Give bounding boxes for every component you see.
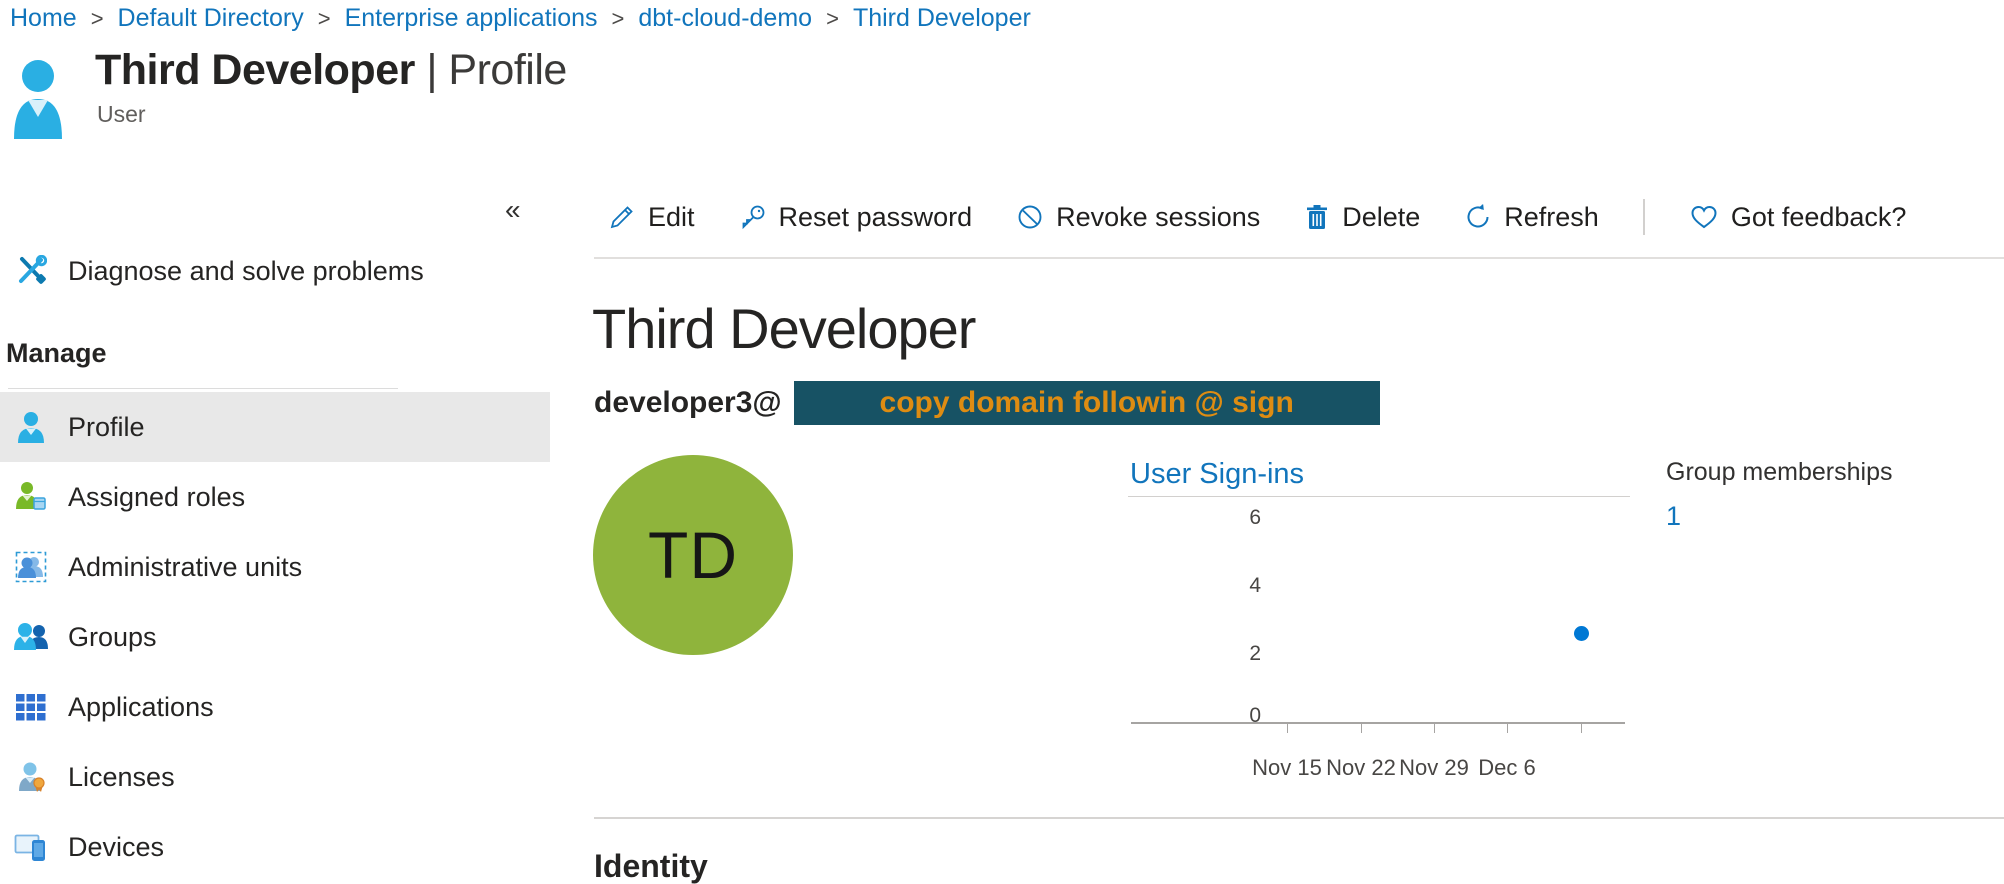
refresh-icon	[1464, 203, 1492, 231]
x-axis-tick	[1581, 724, 1582, 733]
reset-password-label: Reset password	[779, 202, 973, 233]
page-title: Third Developer | Profile	[95, 46, 567, 95]
sidebar-item-profile[interactable]: Profile	[0, 392, 550, 462]
x-axis-tick	[1507, 724, 1508, 733]
upn-prefix: developer3@	[594, 386, 782, 420]
devices-icon	[14, 831, 48, 863]
licenses-icon	[14, 761, 48, 793]
y-tick-label: 0	[1221, 704, 1261, 728]
page-subtitle: User	[97, 101, 146, 128]
y-tick-label: 2	[1221, 642, 1261, 666]
user-display-name: Third Developer	[592, 296, 975, 361]
user-principal-name: developer3@ copy domain followin @ sign	[594, 381, 1380, 425]
x-axis-tick	[1287, 724, 1288, 733]
got-feedback-button[interactable]: Got feedback?	[1689, 202, 1907, 233]
sidebar-item-label: Administrative units	[68, 552, 302, 583]
sidebar-item-assigned-roles[interactable]: Assigned roles	[0, 462, 550, 532]
signin-data-point[interactable]	[1574, 626, 1589, 641]
pencil-icon	[608, 203, 636, 231]
sidebar-item-label: Applications	[68, 692, 214, 723]
avatar: TD	[593, 455, 793, 655]
sidebar-item-label: Profile	[68, 412, 145, 443]
sidebar-item-label: Diagnose and solve problems	[68, 256, 424, 287]
breadcrumb-separator: >	[826, 6, 839, 32]
got-feedback-label: Got feedback?	[1731, 202, 1907, 233]
diagnose-tools-icon	[14, 255, 48, 287]
breadcrumb-dbt-cloud-demo[interactable]: dbt-cloud-demo	[638, 4, 812, 33]
revoke-sessions-label: Revoke sessions	[1056, 202, 1260, 233]
user-signins-link[interactable]: User Sign-ins	[1130, 458, 1304, 491]
x-axis-tick	[1361, 724, 1362, 733]
sidebar-item-label: Licenses	[68, 762, 175, 793]
redaction-overlay: copy domain followin @ sign	[794, 381, 1380, 425]
breadcrumb-third-developer[interactable]: Third Developer	[853, 4, 1031, 33]
sidebar-item-devices[interactable]: Devices	[0, 812, 550, 882]
chart-title-underline	[1128, 496, 1630, 497]
identity-section-heading: Identity	[594, 848, 708, 884]
breadcrumb-default-directory[interactable]: Default Directory	[118, 4, 304, 33]
command-bar: Edit Reset password Revoke sessions	[594, 192, 2004, 242]
delete-button-label: Delete	[1342, 202, 1420, 233]
sidebar-divider	[8, 388, 398, 389]
key-icon	[739, 203, 767, 231]
groups-icon	[14, 621, 48, 653]
breadcrumb-separator: >	[318, 6, 331, 32]
heart-icon	[1689, 203, 1719, 231]
user-signins-chart: User Sign-ins 6 4 2 0 Nov 15 Nov 22 Nov …	[1128, 458, 1630, 798]
y-tick-label: 4	[1221, 574, 1261, 598]
sidebar-collapse-button[interactable]: «	[505, 194, 521, 226]
delete-button[interactable]: Delete	[1304, 202, 1420, 233]
breadcrumb-enterprise-applications[interactable]: Enterprise applications	[345, 4, 598, 33]
sidebar-section-manage: Manage	[6, 338, 107, 369]
x-axis-tick	[1434, 724, 1435, 733]
sidebar-item-label: Groups	[68, 622, 157, 653]
y-tick-label: 6	[1221, 506, 1261, 530]
group-memberships-count-link[interactable]: 1	[1666, 501, 1892, 532]
group-memberships-label: Group memberships	[1666, 458, 1892, 487]
user-avatar-icon	[10, 57, 66, 139]
sidebar-item-groups[interactable]: Groups	[0, 602, 550, 672]
sidebar-item-licenses[interactable]: Licenses	[0, 742, 550, 812]
x-tick-label: Dec 6	[1462, 755, 1552, 781]
azure-user-profile-page: Home > Default Directory > Enterprise ap…	[0, 0, 2004, 884]
sidebar-item-administrative-units[interactable]: Administrative units	[0, 532, 550, 602]
profile-person-icon	[14, 411, 48, 443]
toolbar-divider-line	[594, 257, 2004, 259]
breadcrumb-separator: >	[91, 6, 104, 32]
breadcrumb-separator: >	[612, 6, 625, 32]
toolbar-divider	[1643, 199, 1645, 235]
revoke-sessions-button[interactable]: Revoke sessions	[1016, 202, 1260, 233]
edit-button-label: Edit	[648, 202, 695, 233]
trash-icon	[1304, 203, 1330, 231]
sidebar-item-diagnose[interactable]: Diagnose and solve problems	[0, 236, 550, 306]
refresh-button[interactable]: Refresh	[1464, 202, 1599, 233]
reset-password-button[interactable]: Reset password	[739, 202, 973, 233]
section-divider	[594, 817, 2004, 819]
sidebar-item-label: Devices	[68, 832, 164, 863]
edit-button[interactable]: Edit	[608, 202, 695, 233]
block-icon	[1016, 203, 1044, 231]
sidebar: « Diagnose and solve problems Manage	[0, 150, 550, 884]
assigned-roles-icon	[14, 481, 48, 513]
administrative-units-icon	[14, 551, 48, 583]
breadcrumb: Home > Default Directory > Enterprise ap…	[10, 4, 1031, 33]
group-memberships: Group memberships 1	[1666, 458, 1892, 532]
breadcrumb-home[interactable]: Home	[10, 4, 77, 33]
refresh-button-label: Refresh	[1504, 202, 1599, 233]
x-axis-line	[1131, 722, 1625, 724]
sidebar-item-label: Assigned roles	[68, 482, 245, 513]
page-title-name: Third Developer	[95, 46, 415, 94]
applications-grid-icon	[14, 691, 48, 723]
sidebar-item-applications[interactable]: Applications	[0, 672, 550, 742]
page-title-section: | Profile	[426, 46, 567, 94]
